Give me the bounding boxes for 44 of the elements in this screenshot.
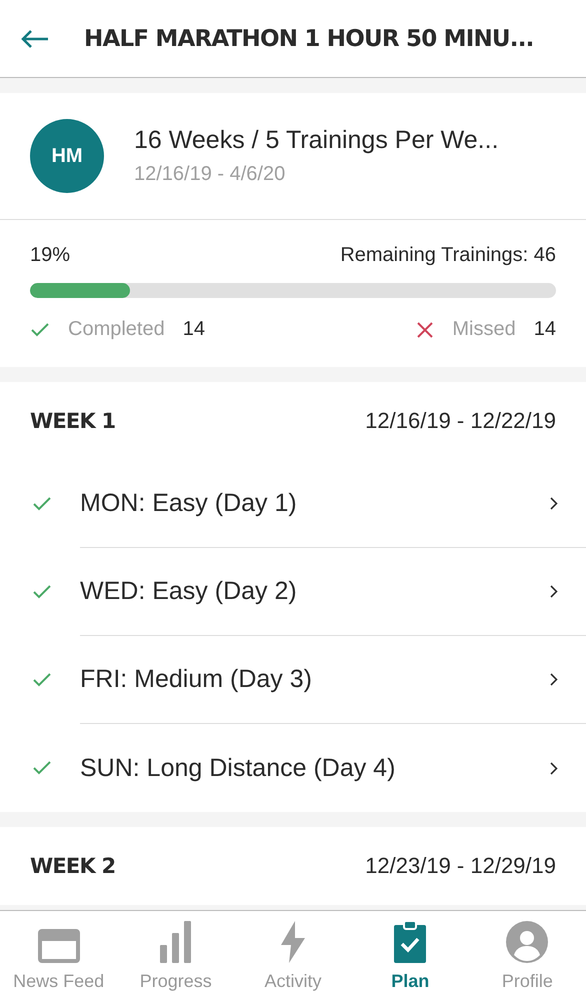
chevron-right-icon [550, 585, 558, 598]
training-label: FRI: Medium (Day 3) [80, 665, 312, 694]
plan-name: 16 Weeks / 5 Trainings Per We... [134, 126, 499, 155]
back-button[interactable] [20, 28, 50, 48]
training-label: MON: Easy (Day 1) [80, 489, 297, 518]
check-icon [32, 760, 52, 776]
tab-bar-item[interactable]: Plan [352, 911, 469, 1000]
training-row[interactable]: FRI: Medium (Day 3) [0, 636, 586, 724]
tab-bar-item[interactable]: Progress [117, 911, 234, 1000]
training-label: WED: Easy (Day 2) [80, 577, 297, 606]
missed-label: Missed [452, 318, 516, 341]
tab-bar-item[interactable]: News Feed [0, 911, 118, 1000]
chevron-right-icon [550, 497, 558, 510]
check-icon [32, 584, 52, 600]
week-dates: 12/23/19 - 12/29/19 [365, 853, 556, 879]
completed-label: Completed [68, 318, 165, 341]
remaining-trainings: Remaining Trainings: 46 [340, 244, 556, 267]
training-row[interactable]: MON: Easy (Day 1) [0, 460, 586, 548]
check-icon [30, 322, 50, 338]
profile-icon [506, 921, 548, 963]
tab-bar-item[interactable]: Activity [234, 911, 352, 1000]
completed-count: 14 [182, 318, 205, 341]
plan-avatar: HM [30, 119, 104, 193]
bar-chart-icon [160, 921, 192, 963]
chevron-right-icon [550, 673, 558, 686]
cross-icon [416, 320, 434, 338]
check-icon [32, 496, 52, 512]
progress-percent: 19% [30, 244, 70, 267]
clipboard-check-icon [394, 921, 426, 963]
week-dates: 12/16/19 - 12/22/19 [365, 408, 556, 434]
check-icon [32, 672, 52, 688]
back-arrow-icon [20, 28, 50, 48]
week-title: WEEK 2 [30, 854, 116, 878]
week-title: WEEK 1 [30, 409, 116, 433]
tab-bar-item[interactable]: Profile [468, 911, 586, 1000]
browser-window-icon [38, 929, 80, 963]
training-label: SUN: Long Distance (Day 4) [80, 754, 396, 782]
lightning-icon [281, 921, 305, 963]
chevron-right-icon [550, 762, 558, 774]
training-row[interactable]: WED: Easy (Day 2) [0, 548, 586, 636]
training-row[interactable]: SUN: Long Distance (Day 4) [0, 724, 586, 812]
plan-dates: 12/16/19 - 4/6/20 [134, 163, 286, 186]
page-title: HALF MARATHON 1 HOUR 50 MINU... [84, 26, 534, 52]
missed-count: 14 [534, 318, 556, 341]
